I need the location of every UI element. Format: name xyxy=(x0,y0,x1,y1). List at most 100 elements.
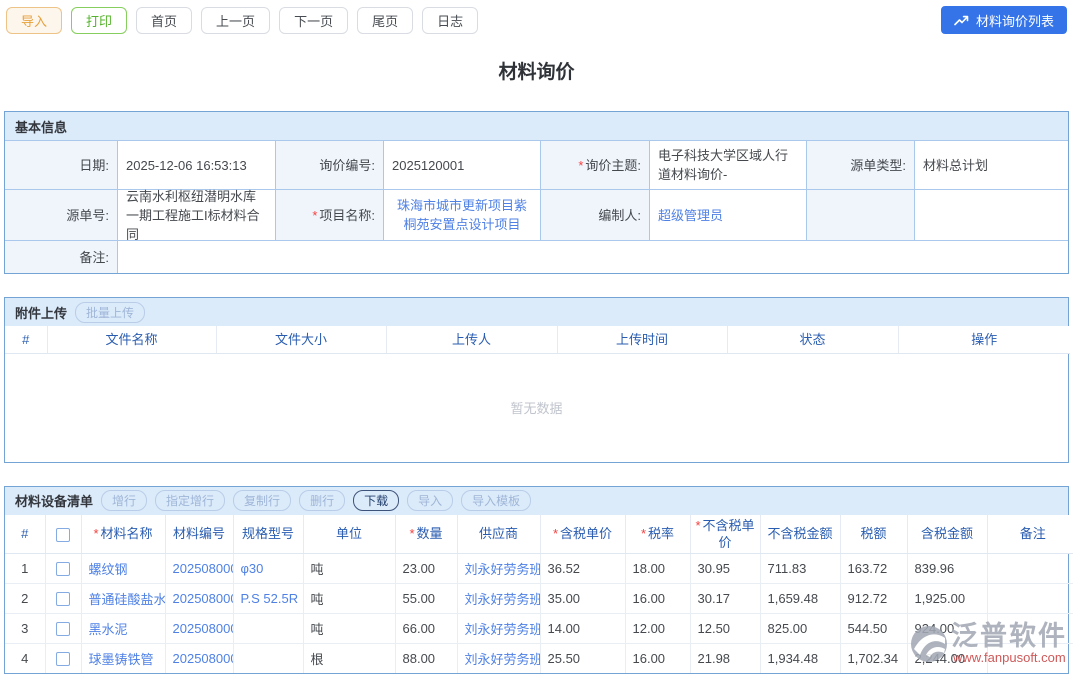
source-type-value: 材料总计划 xyxy=(915,141,1068,189)
required-mark: * xyxy=(409,526,414,541)
cell: 16.00 xyxy=(625,583,690,613)
batch-upload-button[interactable]: 批量上传 xyxy=(75,302,145,323)
attachments-empty-area: 暂无数据 xyxy=(5,354,1068,462)
empty-state-text: 暂无数据 xyxy=(510,398,562,417)
cell-link[interactable]: 202508000 xyxy=(165,583,233,613)
col-header-text: 税率 xyxy=(648,526,674,541)
row-checkbox[interactable] xyxy=(56,622,70,636)
select-all-checkbox[interactable] xyxy=(56,528,70,542)
project-label-text: 项目名称: xyxy=(319,206,375,225)
attachments-section: 附件上传 批量上传 # 文件名称 文件大小 上传人 上传时间 状态 操作 暂无数… xyxy=(4,297,1069,463)
row-checkbox[interactable] xyxy=(56,562,70,576)
material-row: 3黑水泥202508000吨66.00刘永好劳务班组14.0012.0012.5… xyxy=(5,613,1073,643)
inquiry-no-value: 2025120001 xyxy=(384,141,540,189)
cell: 1,659.48 xyxy=(760,583,840,613)
cell: 吨 xyxy=(303,583,395,613)
first-page-button[interactable]: 首页 xyxy=(136,7,192,34)
creator-label: 编制人: xyxy=(541,190,649,240)
cell: 1,934.48 xyxy=(760,643,840,673)
import-button[interactable]: 导入 xyxy=(6,7,62,34)
cell: 2,244.00 xyxy=(907,643,987,673)
col-header-text: 含税单价 xyxy=(560,526,612,541)
required-mark: * xyxy=(553,526,558,541)
basic-info-title: 基本信息 xyxy=(15,117,67,136)
cell: 163.72 xyxy=(840,553,907,583)
col-header-spec-model: 规格型号 xyxy=(233,515,303,554)
print-button[interactable]: 打印 xyxy=(71,7,127,34)
col-header-amount-with-tax: 含税金额 xyxy=(907,515,987,554)
col-header-upload-time: 上传时间 xyxy=(557,326,727,353)
project-link[interactable]: 珠海市城市更新项目紫桐苑安置点设计项目 xyxy=(384,190,540,240)
cell-link[interactable]: 黑水泥 xyxy=(81,613,165,643)
col-header-uploader: 上传人 xyxy=(386,326,557,353)
col-header-tax-amount: 税额 xyxy=(840,515,907,554)
cell: 924.00 xyxy=(907,613,987,643)
material-table: # *材料名称 材料编号 规格型号 单位 *数量 供应商 *含税单价 *税率 *… xyxy=(5,515,1073,674)
delete-row-button[interactable]: 删行 xyxy=(299,490,345,511)
material-row: 4球墨铸铁管202508000根88.00刘永好劳务班组25.5016.0021… xyxy=(5,643,1073,673)
import-rows-button[interactable]: 导入 xyxy=(407,490,453,511)
cell: 66.00 xyxy=(395,613,457,643)
checkbox-cell xyxy=(45,613,81,643)
cell-link[interactable]: 202508000 xyxy=(165,553,233,583)
last-page-button[interactable]: 尾页 xyxy=(357,7,413,34)
source-no-label: 源单号: xyxy=(5,190,117,240)
cell: 55.00 xyxy=(395,583,457,613)
material-row: 2普通硅酸盐水泥202508000P.S 52.5R吨55.00刘永好劳务班组3… xyxy=(5,583,1073,613)
cell-link[interactable]: P.S 52.5R xyxy=(233,583,303,613)
col-header-file-name: 文件名称 xyxy=(47,326,216,353)
cell-link[interactable]: 202508000 xyxy=(165,613,233,643)
cell xyxy=(987,613,1073,643)
checkbox-cell xyxy=(45,553,81,583)
cell: 4 xyxy=(5,643,45,673)
cell-link[interactable]: 刘永好劳务班组 xyxy=(457,643,540,673)
cell xyxy=(987,643,1073,673)
cell-link[interactable]: 刘永好劳务班组 xyxy=(457,583,540,613)
col-header-tax-rate: *税率 xyxy=(625,515,690,554)
cell-link[interactable]: 刘永好劳务班组 xyxy=(457,613,540,643)
add-row-button[interactable]: 增行 xyxy=(101,490,147,511)
import-template-button[interactable]: 导入模板 xyxy=(461,490,531,511)
cell: 36.52 xyxy=(540,553,625,583)
insert-row-button[interactable]: 指定增行 xyxy=(155,490,225,511)
creator-link[interactable]: 超级管理员 xyxy=(650,190,806,240)
date-label: 日期: xyxy=(5,141,117,189)
col-header-text: 材料名称 xyxy=(101,526,153,541)
cell-link[interactable]: φ30 xyxy=(233,553,303,583)
prev-page-button[interactable]: 上一页 xyxy=(201,7,270,34)
download-button[interactable]: 下载 xyxy=(353,490,399,511)
col-header-file-size: 文件大小 xyxy=(216,326,386,353)
row-checkbox[interactable] xyxy=(56,592,70,606)
cell-link[interactable]: 螺纹钢 xyxy=(81,553,165,583)
cell: 1 xyxy=(5,553,45,583)
material-list-header: 材料设备清单 增行 指定增行 复制行 删行 下载 导入 导入模板 xyxy=(5,487,1068,515)
basic-info-section: 基本信息 日期: 2025-12-06 16:53:13 询价编号: 20251… xyxy=(4,111,1069,274)
required-mark: * xyxy=(93,526,98,541)
cell xyxy=(987,583,1073,613)
cell: 1,702.34 xyxy=(840,643,907,673)
cell-link[interactable]: 球墨铸铁管 xyxy=(81,643,165,673)
cell: 825.00 xyxy=(760,613,840,643)
cell-link[interactable]: 刘永好劳务班组 xyxy=(457,553,540,583)
empty-label-cell xyxy=(807,190,914,240)
row-checkbox[interactable] xyxy=(56,652,70,666)
cell-link[interactable]: 202508000 xyxy=(165,643,233,673)
attachments-header: 附件上传 批量上传 xyxy=(5,298,1068,326)
cell: 23.00 xyxy=(395,553,457,583)
copy-row-button[interactable]: 复制行 xyxy=(233,490,291,511)
col-header-price-with-tax: *含税单价 xyxy=(540,515,625,554)
required-mark: * xyxy=(641,526,646,541)
cell xyxy=(987,553,1073,583)
cell: 12.50 xyxy=(690,613,760,643)
cell: 25.50 xyxy=(540,643,625,673)
cell: 根 xyxy=(303,643,395,673)
remark-value xyxy=(118,241,1068,273)
cell-link[interactable]: 普通硅酸盐水泥 xyxy=(81,583,165,613)
col-header-quantity: *数量 xyxy=(395,515,457,554)
checkbox-cell xyxy=(45,643,81,673)
next-page-button[interactable]: 下一页 xyxy=(279,7,348,34)
col-header-index: # xyxy=(5,326,47,353)
material-header-row: # *材料名称 材料编号 规格型号 单位 *数量 供应商 *含税单价 *税率 *… xyxy=(5,515,1073,554)
log-button[interactable]: 日志 xyxy=(422,7,478,34)
material-inquiry-list-button[interactable]: 材料询价列表 xyxy=(941,6,1067,34)
